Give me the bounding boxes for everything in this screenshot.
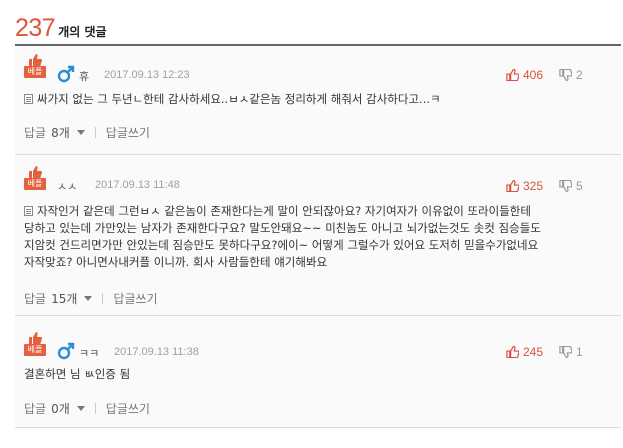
- comment-count: 237: [15, 14, 56, 42]
- comment-actions: 답글 15개 답글쓰기: [24, 290, 158, 307]
- divider: [94, 403, 96, 414]
- comment-text: 싸가지 없는 그 두년ㄴ한테 감사하세요..ㅂㅅ같은놈 정리하게 해줘서 감사하…: [37, 92, 441, 106]
- write-reply-button[interactable]: 답글쓰기: [106, 400, 150, 417]
- comment-line: 자작맞죠? 아니면사내커플 이니까. 회사 사람들한테 얘기해봐요: [24, 255, 328, 269]
- comment-date: 2017.09.13 11:48: [95, 179, 180, 191]
- comment-line: 자작인거 같은데 그런ㅂㅅ 같은놈이 존재한다는게 말이 안되잖아요? 자기여자…: [24, 203, 605, 220]
- upvote-count: 245: [523, 345, 544, 359]
- comment-line: 당하고 있는데 가만있는 남자가 존재한다구요? 말도안돼요~~ 미친놈도 아니…: [24, 221, 541, 235]
- thumbs-up-icon: [29, 332, 42, 344]
- comment-item: 베플 휴 2017.09.13 12:23 406 2 싸가지 없는 그 두년ㄴ…: [15, 46, 621, 155]
- comment-body: 싸가지 없는 그 두년ㄴ한테 감사하세요..ㅂㅅ같은놈 정리하게 해줘서 감사하…: [24, 91, 605, 108]
- document-icon: [24, 94, 33, 104]
- comment-line: 싸가지 없는 그 두년ㄴ한테 감사하세요..ㅂㅅ같은놈 정리하게 해줘서 감사하…: [24, 91, 605, 108]
- comment-count-header: 237 개의 댓글: [15, 14, 107, 42]
- comment-count-label: 개의 댓글: [58, 25, 107, 39]
- downvote-button[interactable]: 2: [559, 68, 583, 82]
- reply-count[interactable]: 15개: [51, 290, 77, 307]
- chevron-down-icon[interactable]: [76, 406, 85, 411]
- thumbs-down-icon: [559, 180, 572, 192]
- downvote-count: 2: [576, 68, 583, 82]
- comment-text: 자작인거 같은데 그런ㅂㅅ 같은놈이 존재한다는게 말이 안되잖아요? 자기여자…: [37, 204, 531, 218]
- downvote-button[interactable]: 1: [559, 345, 583, 359]
- comment-body: 자작인거 같은데 그런ㅂㅅ 같은놈이 존재한다는게 말이 안되잖아요? 자기여자…: [24, 203, 605, 271]
- best-comment-badge: 베플: [24, 332, 46, 358]
- upvote-count: 325: [523, 179, 544, 193]
- comment-actions: 답글 0개 답글쓰기: [24, 400, 150, 417]
- downvote-count: 1: [576, 345, 583, 359]
- best-label: 베플: [24, 344, 46, 356]
- reply-toggle-label[interactable]: 답글: [24, 124, 46, 141]
- comment-line: 지암컷 건드리면가만 안있는데 짐승만도 못하다구요?에이~ 어떻게 그럴수가 …: [24, 238, 539, 252]
- thumbs-down-icon: [559, 346, 572, 358]
- upvote-button[interactable]: 245: [506, 345, 543, 359]
- best-label: 베플: [24, 178, 46, 190]
- author-nickname[interactable]: 휴: [79, 68, 89, 84]
- comment-item: 베플 ㅅㅅ 2017.09.13 11:48 325 5 자작인거 같은데 그런…: [15, 155, 621, 316]
- divider: [94, 127, 96, 138]
- reply-toggle-label[interactable]: 답글: [24, 400, 46, 417]
- comment-line: 결혼하면 님 ㅄ인증 됨: [24, 367, 131, 381]
- author-nickname[interactable]: ㅅㅅ: [57, 178, 77, 194]
- comment-actions: 답글 8개 답글쓰기: [24, 124, 150, 141]
- upvote-button[interactable]: 406: [506, 68, 543, 82]
- best-label: 베플: [24, 66, 46, 78]
- male-icon: [57, 342, 75, 360]
- author-nickname[interactable]: ㅋㅋ: [79, 345, 99, 361]
- chevron-down-icon[interactable]: [76, 130, 85, 135]
- thumbs-up-icon: [506, 346, 519, 358]
- write-reply-button[interactable]: 답글쓰기: [106, 124, 150, 141]
- upvote-button[interactable]: 325: [506, 179, 543, 193]
- write-reply-button[interactable]: 답글쓰기: [113, 290, 157, 307]
- comment-item: 베플 ㅋㅋ 2017.09.13 11:38 245 1 결혼하면 님 ㅄ인증 …: [15, 316, 621, 428]
- comment-date: 2017.09.13 12:23: [104, 69, 190, 81]
- document-icon: [24, 206, 33, 216]
- best-comment-badge: 베플: [24, 54, 46, 80]
- thumbs-up-icon: [506, 69, 519, 81]
- downvote-button[interactable]: 5: [559, 179, 583, 193]
- divider: [102, 293, 104, 304]
- thumbs-up-icon: [506, 180, 519, 192]
- comment-body: 결혼하면 님 ㅄ인증 됨: [24, 366, 605, 383]
- thumbs-up-icon: [29, 54, 42, 66]
- comment-date: 2017.09.13 11:38: [114, 346, 199, 358]
- reply-count[interactable]: 8개: [51, 124, 70, 141]
- best-comment-badge: 베플: [24, 166, 46, 192]
- downvote-count: 5: [576, 179, 583, 193]
- chevron-down-icon[interactable]: [84, 296, 93, 301]
- male-icon: [57, 65, 75, 83]
- upvote-count: 406: [523, 68, 544, 82]
- thumbs-up-icon: [29, 166, 42, 178]
- thumbs-down-icon: [559, 69, 572, 81]
- reply-count[interactable]: 0개: [51, 400, 70, 417]
- reply-toggle-label[interactable]: 답글: [24, 290, 46, 307]
